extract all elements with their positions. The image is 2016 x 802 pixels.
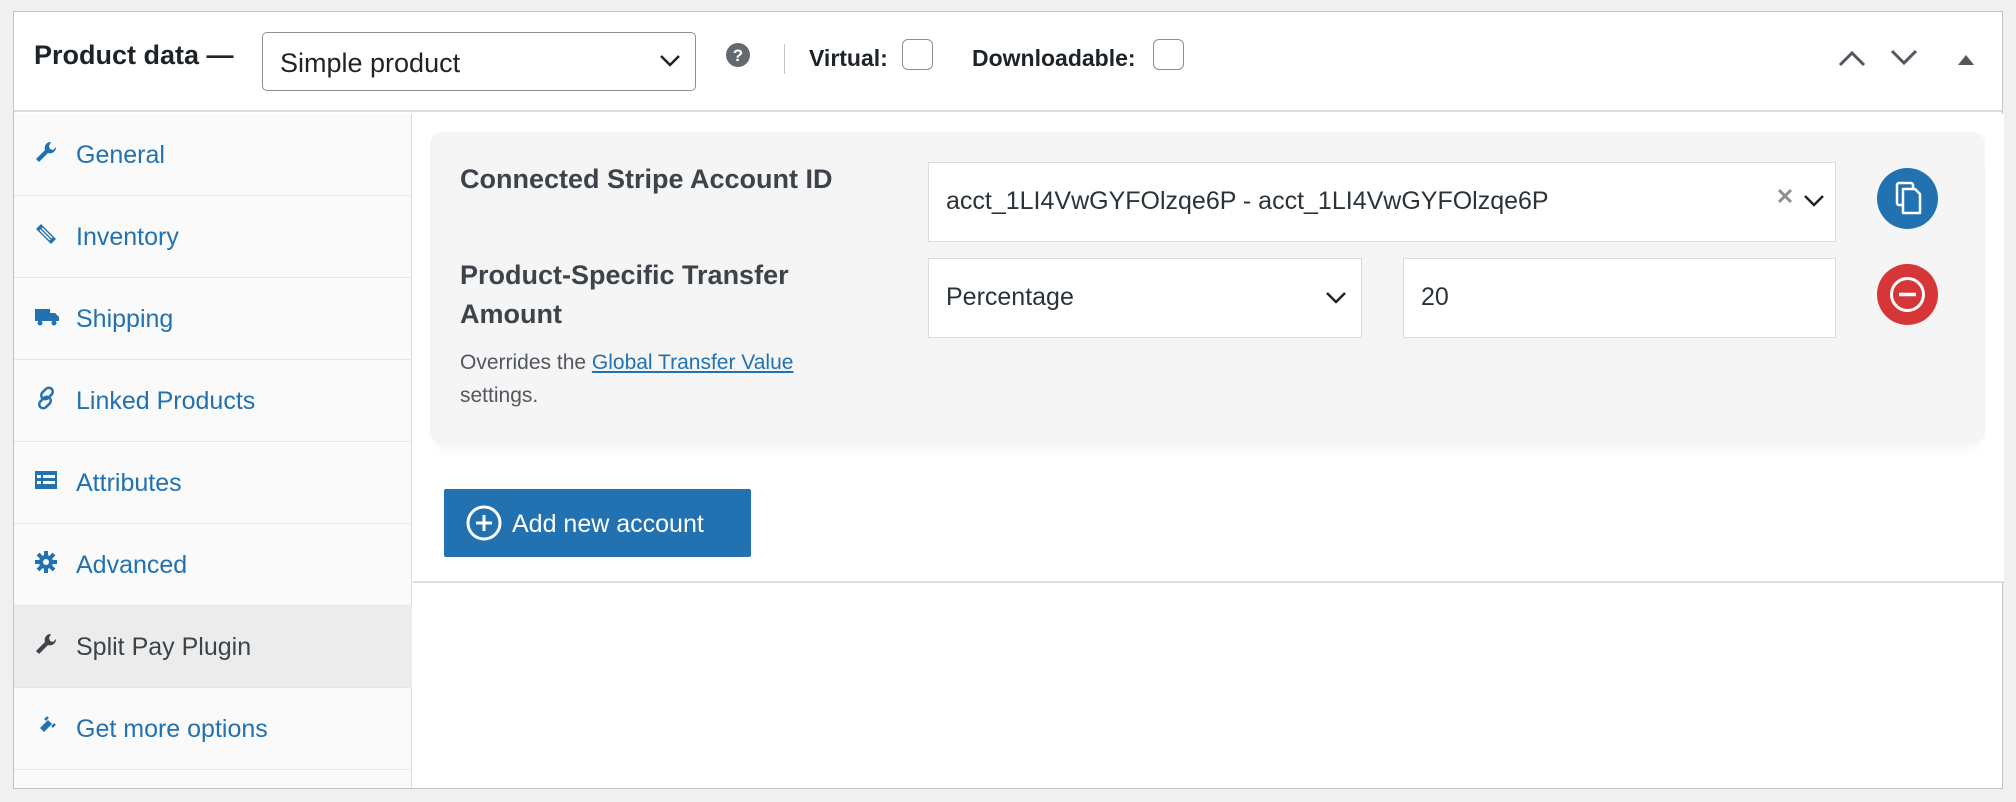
tag-icon	[34, 222, 58, 251]
account-card: Connected Stripe Account ID acct_1LI4VwG…	[430, 132, 1985, 444]
tab-get-more-options[interactable]: Get more options	[14, 688, 412, 770]
chevron-down-icon	[1803, 193, 1825, 214]
transfer-type-value: Percentage	[946, 283, 1074, 311]
tab-label: General	[76, 141, 165, 169]
tab-label: Split Pay Plugin	[76, 633, 252, 661]
tab-attributes[interactable]: Attributes	[14, 442, 412, 524]
clear-icon[interactable]	[1777, 188, 1793, 209]
remove-account-button[interactable]	[1877, 264, 1938, 325]
tab-label: Attributes	[76, 469, 182, 497]
tab-linked-products[interactable]: Linked Products	[14, 360, 412, 442]
transfer-amount-value: 20	[1421, 283, 1449, 311]
add-new-account-label: Add new account	[512, 510, 704, 538]
tab-shipping[interactable]: Shipping	[14, 278, 412, 360]
help-icon[interactable]: ?	[725, 42, 751, 73]
list-icon	[34, 468, 58, 497]
tab-label: Linked Products	[76, 387, 256, 415]
svg-text:?: ?	[733, 46, 743, 65]
tab-advanced[interactable]: Advanced	[14, 524, 412, 606]
tab-inventory[interactable]: Inventory	[14, 196, 412, 278]
tab-label: Get more options	[76, 715, 268, 743]
product-type-value: Simple product	[280, 48, 461, 78]
panel-title: Product data —	[34, 40, 234, 70]
product-data-header: Product data — Simple product ? Virtual:…	[14, 12, 2002, 112]
copy-icon	[1895, 181, 1922, 215]
desc-prefix: Overrides the	[460, 351, 592, 374]
split-pay-panel: Connected Stripe Account ID acct_1LI4VwG…	[413, 114, 2004, 583]
account-id-label: Connected Stripe Account ID	[460, 164, 833, 194]
product-data-panel: Product data — Simple product ? Virtual:…	[13, 11, 2004, 789]
move-down-icon[interactable]	[1889, 48, 1919, 73]
chevron-down-icon	[660, 55, 680, 67]
downloadable-label: Downloadable:	[972, 45, 1136, 71]
tab-general[interactable]: General	[14, 114, 412, 196]
link-icon	[34, 386, 58, 415]
downloadable-checkbox[interactable]	[1153, 39, 1184, 70]
truck-icon	[34, 304, 60, 333]
product-data-tabs: General Inventory Shipping Linked Produc…	[14, 114, 412, 788]
virtual-checkbox[interactable]	[902, 39, 933, 70]
transfer-amount-label-line2: Amount	[460, 299, 562, 329]
move-up-icon[interactable]	[1837, 48, 1867, 73]
tab-label: Advanced	[76, 551, 188, 579]
global-transfer-value-link[interactable]: Global Transfer Value	[592, 351, 794, 374]
plus-circle-icon	[465, 504, 503, 547]
add-new-account-button[interactable]: Add new account	[444, 489, 751, 557]
desc-suffix: settings.	[460, 384, 539, 407]
chevron-down-icon	[1325, 290, 1347, 311]
product-type-select[interactable]: Simple product	[262, 32, 696, 91]
plugin-icon	[34, 714, 58, 743]
gear-icon	[34, 550, 58, 579]
tab-label: Inventory	[76, 223, 179, 251]
wrench-icon	[34, 632, 58, 661]
transfer-description: Overrides the Global Transfer Value sett…	[460, 346, 793, 412]
virtual-label: Virtual:	[809, 45, 888, 71]
wrench-icon	[34, 140, 58, 169]
transfer-amount-label-line1: Product-Specific Transfer	[460, 260, 789, 290]
collapse-toggle-icon[interactable]	[1956, 52, 1976, 71]
transfer-type-select[interactable]: Percentage	[928, 258, 1362, 338]
copy-account-button[interactable]	[1877, 168, 1938, 229]
header-divider	[784, 44, 785, 74]
account-id-value: acct_1LI4VwGYFOlzqe6P - acct_1LI4VwGYFOl…	[946, 187, 1549, 215]
tab-label: Shipping	[76, 305, 174, 333]
tab-split-pay-plugin[interactable]: Split Pay Plugin	[14, 606, 412, 688]
transfer-amount-input[interactable]: 20	[1403, 258, 1836, 338]
minus-circle-icon	[1890, 277, 1925, 312]
account-id-select[interactable]: acct_1LI4VwGYFOlzqe6P - acct_1LI4VwGYFOl…	[928, 162, 1836, 242]
